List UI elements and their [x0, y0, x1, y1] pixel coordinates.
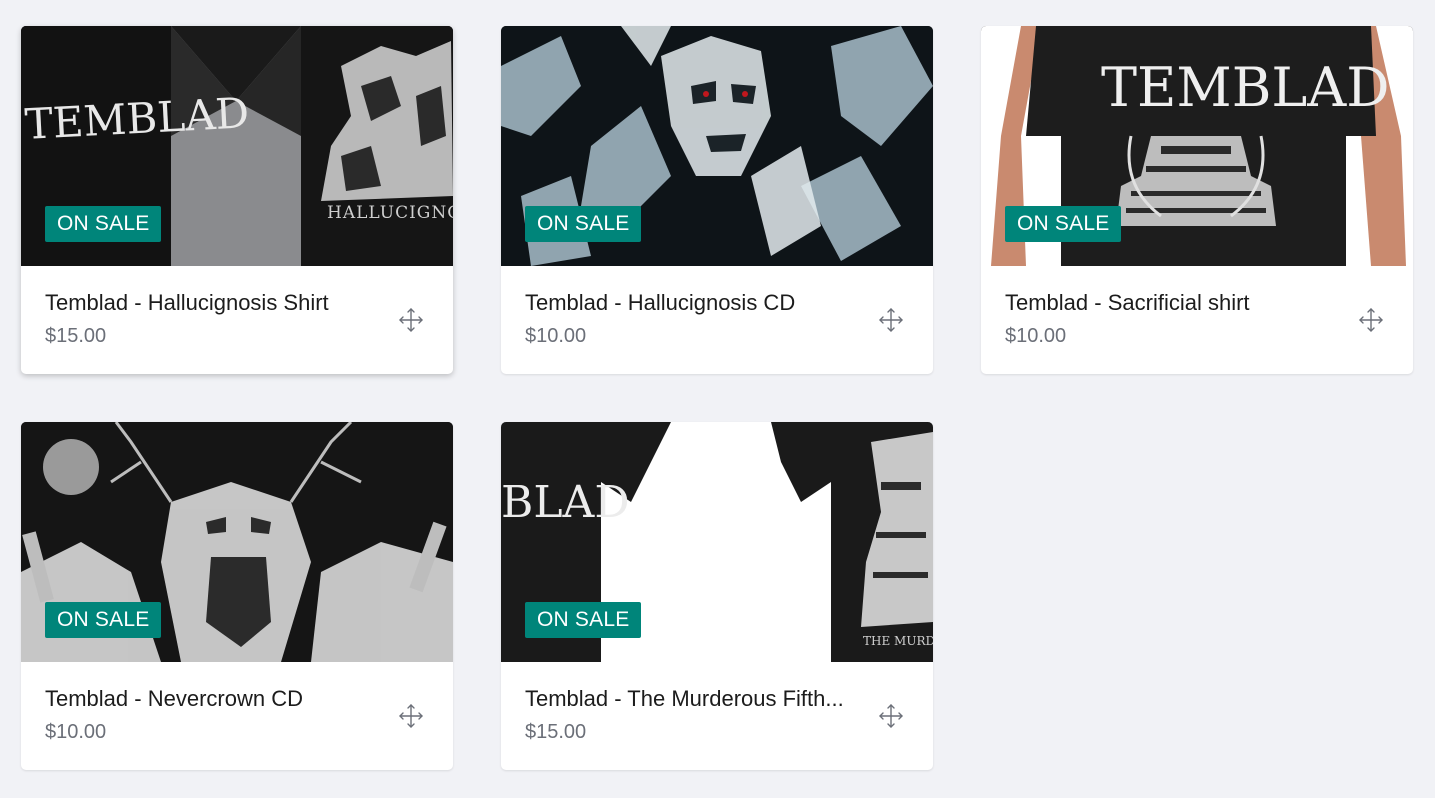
product-price: $10.00 — [1005, 325, 1067, 347]
svg-text:BLAD: BLAD — [501, 477, 630, 528]
on-sale-badge: ON SALE — [525, 602, 642, 638]
product-title[interactable]: Temblad - Nevercrown CD — [45, 686, 375, 712]
product-card[interactable]: BLAD THE MURDE ON SALE Temblad - The Mur… — [501, 422, 933, 770]
product-image: TEMBLAD HALLUCIGNOSIS ON SALE — [21, 26, 453, 266]
on-sale-badge: ON SALE — [1005, 206, 1122, 242]
product-price: $15.00 — [45, 325, 107, 347]
on-sale-badge: ON SALE — [45, 602, 162, 638]
product-image: ON SALE — [21, 422, 453, 662]
product-info: Temblad - Hallucignosis Shirt $15.00 — [21, 266, 453, 374]
product-info: Temblad - Nevercrown CD $10.00 — [21, 662, 453, 770]
product-info: Temblad - The Murderous Fifth... $15.00 — [501, 662, 933, 770]
product-image: ON SALE — [501, 26, 933, 266]
move-icon[interactable] — [878, 307, 904, 333]
move-icon[interactable] — [398, 703, 424, 729]
product-title[interactable]: Temblad - Hallucignosis Shirt — [45, 290, 375, 316]
svg-text:HALLUCIGNOSIS: HALLUCIGNOSIS — [327, 203, 453, 223]
on-sale-badge: ON SALE — [525, 206, 642, 242]
product-price: $15.00 — [525, 721, 587, 743]
svg-text:TEMBLAD: TEMBLAD — [1101, 56, 1390, 119]
product-card[interactable]: ON SALE Temblad - Hallucignosis CD $10.0… — [501, 26, 933, 374]
product-image: TEMBLAD ON SALE — [981, 26, 1413, 266]
product-image: BLAD THE MURDE ON SALE — [501, 422, 933, 662]
move-icon[interactable] — [878, 703, 904, 729]
product-card[interactable]: ON SALE Temblad - Nevercrown CD $10.00 — [21, 422, 453, 770]
product-card[interactable]: TEMBLAD HALLUCIGNOSIS ON SALE Temblad - … — [21, 26, 453, 374]
on-sale-badge: ON SALE — [45, 206, 162, 242]
product-info: Temblad - Hallucignosis CD $10.00 — [501, 266, 933, 374]
product-price: $10.00 — [45, 721, 107, 743]
product-grid: TEMBLAD HALLUCIGNOSIS ON SALE Temblad - … — [21, 26, 1413, 770]
product-card[interactable]: TEMBLAD ON SALE Temblad - Sacrificial sh… — [981, 26, 1413, 374]
product-title[interactable]: Temblad - The Murderous Fifth... — [525, 686, 855, 712]
move-icon[interactable] — [398, 307, 424, 333]
product-title[interactable]: Temblad - Sacrificial shirt — [1005, 290, 1335, 316]
product-price: $10.00 — [525, 325, 587, 347]
svg-text:THE MURDE: THE MURDE — [863, 634, 933, 648]
product-info: Temblad - Sacrificial shirt $10.00 — [981, 266, 1413, 374]
product-title[interactable]: Temblad - Hallucignosis CD — [525, 290, 855, 316]
move-icon[interactable] — [1358, 307, 1384, 333]
